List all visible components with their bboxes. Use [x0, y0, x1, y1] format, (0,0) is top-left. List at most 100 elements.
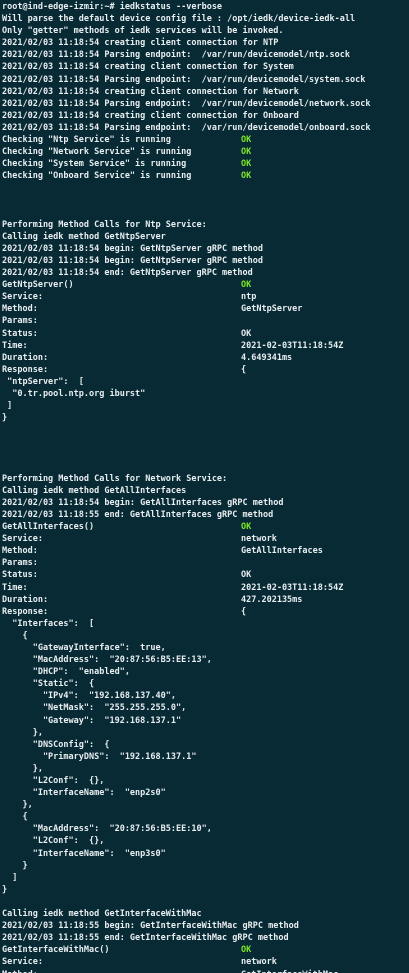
- terminal-line-text: }: [2, 413, 8, 424]
- terminal-line: "0.tr.pool.ntp.org iburst": [2, 388, 409, 400]
- terminal-line: ]: [2, 872, 409, 884]
- terminal-line-text: Method:: [2, 546, 38, 557]
- terminal-line: Params:: [2, 557, 409, 569]
- terminal-line-text: Response:: [2, 364, 49, 375]
- terminal-line: "GatewayInterface": true,: [2, 642, 409, 654]
- terminal-line: "InterfaceName": "enp3s0": [2, 848, 409, 860]
- status-ok-label: OK: [241, 147, 252, 158]
- terminal-line: Status: OK: [2, 328, 409, 340]
- terminal-line-value: {: [241, 364, 247, 375]
- terminal-line: 2021/02/03 11:18:54 Parsing endpoint: /v…: [2, 49, 409, 61]
- terminal-line-text: 2021/02/03 11:18:54 Parsing endpoint: /v…: [2, 98, 371, 109]
- terminal-line: 2021/02/03 11:18:55 begin: GetInterfaceW…: [2, 920, 409, 932]
- terminal-line: "DHCP": "enabled",: [2, 666, 409, 678]
- terminal-line-text: 2021/02/03 11:18:54 creating client conn…: [2, 86, 299, 97]
- terminal-line-text: Only "getter" methods of iedk services w…: [2, 26, 284, 37]
- terminal-line-text: "Static": {: [2, 679, 95, 690]
- terminal-line: "NetMask": "255.255.255.0",: [2, 702, 409, 714]
- terminal-line: Checking "Onboard Service" is running OK: [2, 170, 409, 182]
- terminal-line-text: "L2Conf": {},: [2, 776, 105, 786]
- terminal-line-text: 2021/02/03 11:18:54 begin: GetNtpServer …: [2, 243, 263, 254]
- terminal-line: 2021/02/03 11:18:54 begin: GetAllInterfa…: [2, 497, 409, 509]
- terminal-line: Calling iedk method GetAllInterfaces: [2, 485, 409, 497]
- terminal-line: "ntpServer": [: [2, 376, 409, 388]
- terminal-line-text: Will parse the default device config fil…: [2, 14, 356, 25]
- terminal-line-text: Service:: [2, 292, 43, 303]
- terminal-line: "MacAddress": "20:87:56:B5:EE:13",: [2, 654, 409, 666]
- terminal-line: },: [2, 799, 409, 811]
- terminal-line: "Gateway": "192.168.137.1": [2, 715, 409, 727]
- terminal-line-value: OK: [241, 570, 252, 581]
- terminal-line-text: Status:: [2, 328, 38, 339]
- terminal-line: },: [2, 763, 409, 775]
- terminal-line-text: "ntpServer": [: [2, 376, 84, 387]
- terminal-line-text: 2021/02/03 11:18:54 Parsing endpoint: /v…: [2, 122, 371, 133]
- terminal-line-text: "0.tr.pool.ntp.org iburst": [2, 389, 146, 399]
- terminal-line: 2021/02/03 11:18:55 end: GetAllInterface…: [2, 509, 409, 521]
- terminal-line-value: network: [241, 534, 277, 545]
- terminal-line-text: ]: [2, 872, 18, 883]
- status-ok-label: OK: [241, 135, 252, 146]
- terminal-line: Will parse the default device config fil…: [2, 13, 409, 25]
- terminal-window[interactable]: root@ind-edge-izmir:~# iedkstatus --verb…: [0, 0, 409, 973]
- terminal-line: {: [2, 811, 409, 823]
- terminal-line-text: },: [2, 800, 33, 811]
- terminal-line-value: GetAllInterfaces: [241, 546, 323, 557]
- terminal-line-text: Checking "System Service" is running: [2, 159, 187, 170]
- terminal-line-text: 2021/02/03 11:18:54 Parsing endpoint: /v…: [2, 50, 350, 61]
- terminal-line-text: Method:: [2, 304, 38, 315]
- status-ok-label: OK: [241, 280, 252, 291]
- terminal-line: 2021/02/03 11:18:54 end: GetNtpServer gR…: [2, 267, 409, 279]
- terminal-line-text: 2021/02/03 11:18:54 creating client conn…: [2, 110, 299, 121]
- terminal-line-text: Performing Method Calls for Ntp Service:: [2, 219, 207, 230]
- terminal-line: }: [2, 860, 409, 872]
- terminal-line-text: "InterfaceName": "enp2s0": [2, 788, 166, 799]
- status-ok-label: OK: [241, 522, 252, 533]
- terminal-line-text: Checking "Onboard Service" is running: [2, 171, 192, 182]
- terminal-line: Checking "Ntp Service" is running OK: [2, 134, 409, 146]
- terminal-line-text: ]: [2, 401, 13, 412]
- terminal-line-text: Duration:: [2, 352, 49, 363]
- terminal-line: Params:: [2, 315, 409, 327]
- terminal-line: 2021/02/03 11:18:54 begin: GetNtpServer …: [2, 255, 409, 267]
- terminal-line-text: {: [2, 812, 28, 823]
- terminal-line-text: "L2Conf": {},: [2, 836, 105, 847]
- terminal-line-text: {: [2, 630, 28, 641]
- terminal-line-text: }: [2, 860, 28, 871]
- terminal-line-value: 427.202135ms: [241, 594, 303, 605]
- terminal-line: 2021/02/03 11:18:54 Parsing endpoint: /v…: [2, 74, 409, 86]
- terminal-line-value: 2021-02-03T11:18:54Z: [241, 340, 344, 351]
- terminal-line: 2021/02/03 11:18:54 Parsing endpoint: /v…: [2, 98, 409, 110]
- terminal-line: Response: {: [2, 606, 409, 618]
- terminal-line-text: Params:: [2, 316, 38, 327]
- terminal-line: ]: [2, 400, 409, 412]
- terminal-line: Response: {: [2, 364, 409, 376]
- terminal-line: "MacAddress": "20:87:56:B5:EE:10",: [2, 823, 409, 835]
- terminal-line: }: [2, 884, 409, 896]
- terminal-line: Method: GetNtpServer: [2, 303, 409, 315]
- terminal-line-text: GetAllInterfaces(): [2, 522, 95, 533]
- terminal-line: "DNSConfig": {: [2, 739, 409, 751]
- terminal-line-value: 4.649341ms: [241, 352, 293, 363]
- terminal-line-text: Time:: [2, 340, 28, 351]
- terminal-line: Checking "System Service" is running OK: [2, 158, 409, 170]
- terminal-line-text: Calling iedk method GetAllInterfaces: [2, 485, 187, 496]
- terminal-line-value: {: [241, 606, 247, 617]
- terminal-line: GetAllInterfaces() OK: [2, 521, 409, 533]
- terminal-line-value: GetInterfaceWithMac: [241, 969, 338, 973]
- terminal-line: Time: 2021-02-03T11:18:54Z: [2, 582, 409, 594]
- terminal-line-text: },: [2, 727, 43, 738]
- terminal-line: Duration: 4.649341ms: [2, 352, 409, 364]
- terminal-line-text: 2021/02/03 11:18:55 end: GetAllInterface…: [2, 509, 274, 520]
- terminal-line-text: Calling iedk method GetInterfaceWithMac: [2, 909, 202, 920]
- status-ok-label: OK: [241, 159, 252, 170]
- terminal-line-text: Service:: [2, 957, 43, 968]
- terminal-line: Method: GetAllInterfaces: [2, 545, 409, 557]
- terminal-line-text: Checking "Ntp Service" is running: [2, 135, 171, 146]
- terminal-line: "IPv4": "192.168.137.40",: [2, 690, 409, 702]
